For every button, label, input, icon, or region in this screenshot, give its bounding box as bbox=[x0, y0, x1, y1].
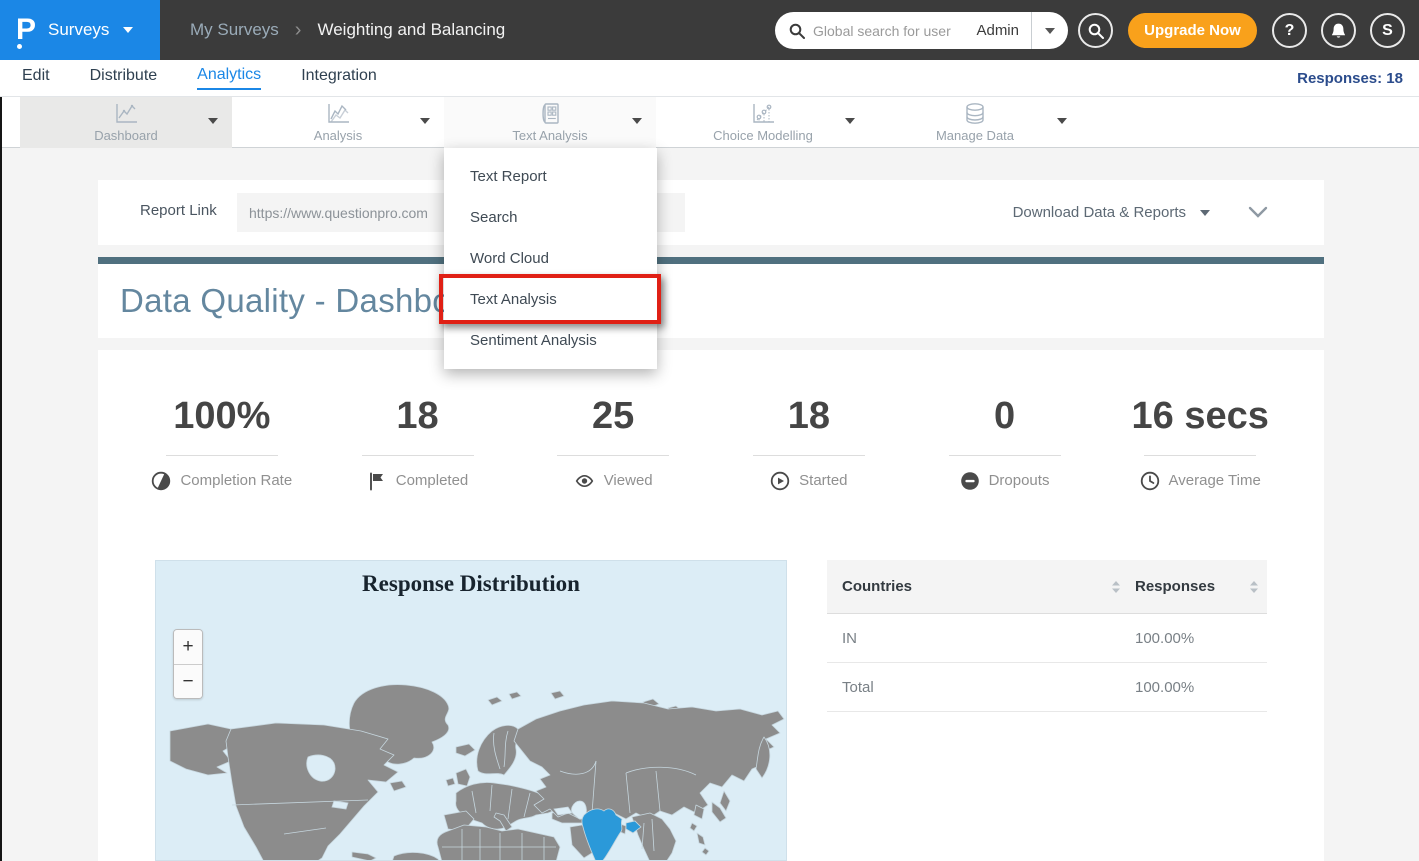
tab-analysis[interactable]: Analysis bbox=[232, 97, 444, 148]
search-icon bbox=[1088, 23, 1104, 39]
database-icon bbox=[962, 102, 988, 126]
survey-nav: Edit Distribute Analytics Integration Re… bbox=[0, 60, 1419, 97]
report-link-label: Report Link bbox=[140, 202, 217, 219]
chevron-down-icon bbox=[420, 118, 430, 124]
line-chart-icon bbox=[113, 102, 139, 126]
surveys-menu-button[interactable]: P Surveys bbox=[0, 0, 160, 60]
responses-column-header[interactable]: Responses bbox=[1135, 578, 1215, 595]
responses-cell: 100.00% bbox=[1135, 630, 1194, 647]
sort-icon[interactable] bbox=[1111, 580, 1121, 594]
table-header: Countries Responses bbox=[827, 560, 1267, 614]
sort-icon[interactable] bbox=[1249, 580, 1259, 594]
divider bbox=[753, 455, 865, 456]
upgrade-now-button[interactable]: Upgrade Now bbox=[1128, 13, 1257, 48]
analytics-toolbar: Dashboard Analysis Text Analysis bbox=[0, 97, 1419, 148]
page-title: Data Quality - Dashboard bbox=[120, 282, 500, 320]
chevron-down-icon bbox=[632, 118, 642, 124]
report-document-icon bbox=[537, 102, 563, 126]
bell-icon bbox=[1330, 22, 1347, 40]
dashboard-card: 100% Completion Rate 18 bbox=[98, 350, 1324, 861]
minus-circle-icon bbox=[960, 471, 980, 491]
user-avatar[interactable]: S bbox=[1370, 13, 1405, 48]
tab-text-analysis[interactable]: Text Analysis bbox=[444, 97, 656, 148]
logo-dot bbox=[17, 44, 22, 49]
world-map-svg bbox=[156, 676, 787, 861]
divider bbox=[1144, 455, 1256, 456]
section-accent-bar bbox=[98, 257, 1324, 264]
countries-table: Countries Responses IN 100.00% Total bbox=[827, 560, 1267, 712]
divider bbox=[166, 455, 278, 456]
stat-started: 18 Started bbox=[711, 350, 907, 491]
responses-count: Responses: 18 bbox=[1297, 60, 1403, 97]
search-icon bbox=[789, 23, 805, 39]
country-cell: IN bbox=[842, 630, 857, 647]
trend-chart-icon bbox=[325, 102, 351, 126]
play-circle-icon bbox=[770, 471, 790, 491]
flag-icon bbox=[367, 471, 387, 491]
avatar-initial: S bbox=[1382, 22, 1393, 40]
download-data-reports-button[interactable]: Download Data & Reports bbox=[1013, 180, 1210, 245]
scatter-chart-icon bbox=[750, 102, 776, 126]
chevron-down-icon bbox=[1057, 118, 1067, 124]
title-card: Data Quality - Dashboard bbox=[98, 264, 1324, 338]
chevron-down-icon bbox=[845, 118, 855, 124]
table-row: IN 100.00% bbox=[827, 614, 1267, 663]
eye-icon bbox=[574, 471, 595, 491]
clock-icon bbox=[1140, 471, 1160, 491]
menu-item-word-cloud[interactable]: Word Cloud bbox=[444, 238, 657, 279]
breadcrumb-my-surveys[interactable]: My Surveys bbox=[190, 20, 279, 40]
global-search-box[interactable]: Admin bbox=[775, 12, 1068, 49]
breadcrumb: My Surveys › Weighting and Balancing bbox=[190, 0, 505, 60]
text-analysis-menu: Text Report Search Word Cloud Text Analy… bbox=[444, 148, 657, 369]
search-scope-dropdown[interactable] bbox=[1032, 12, 1068, 49]
divider bbox=[557, 455, 669, 456]
stat-dropouts: 0 Dropouts bbox=[907, 350, 1103, 491]
nav-item-edit[interactable]: Edit bbox=[22, 67, 50, 89]
surveys-menu-label: Surveys bbox=[48, 20, 109, 40]
chevron-down-icon bbox=[208, 118, 218, 124]
questionpro-logo: P bbox=[16, 15, 36, 45]
menu-item-text-analysis[interactable]: Text Analysis bbox=[444, 279, 657, 320]
tab-dashboard[interactable]: Dashboard bbox=[20, 97, 232, 148]
menu-item-text-report[interactable]: Text Report bbox=[444, 156, 657, 197]
report-link-card: Report Link Download Data & Reports bbox=[98, 180, 1324, 245]
countries-column-header[interactable]: Countries bbox=[842, 578, 912, 595]
half-circle-icon bbox=[151, 471, 171, 491]
chevron-down-icon bbox=[1045, 28, 1055, 34]
notifications-button[interactable] bbox=[1321, 13, 1356, 48]
stat-viewed: 25 Viewed bbox=[515, 350, 711, 491]
country-cell: Total bbox=[842, 679, 874, 696]
chevron-down-icon bbox=[1200, 210, 1210, 216]
zoom-in-button[interactable]: + bbox=[174, 630, 202, 664]
stat-completed: 18 Completed bbox=[320, 350, 516, 491]
question-icon: ? bbox=[1285, 22, 1295, 40]
screen-edge bbox=[0, 97, 2, 861]
divider bbox=[949, 455, 1061, 456]
chevron-down-icon bbox=[123, 27, 133, 33]
divider bbox=[362, 455, 474, 456]
responses-cell: 100.00% bbox=[1135, 679, 1194, 696]
map-title: Response Distribution bbox=[156, 571, 786, 597]
menu-item-search[interactable]: Search bbox=[444, 197, 657, 238]
nav-item-integration[interactable]: Integration bbox=[301, 67, 377, 89]
breadcrumb-current-survey: Weighting and Balancing bbox=[317, 20, 505, 40]
menu-item-sentiment-analysis[interactable]: Sentiment Analysis bbox=[444, 320, 657, 361]
collapse-chevron-icon[interactable] bbox=[1248, 206, 1268, 219]
nav-item-distribute[interactable]: Distribute bbox=[90, 67, 158, 89]
app-screen: P Surveys My Surveys › Weighting and Bal… bbox=[0, 0, 1419, 861]
chevron-right-icon: › bbox=[295, 20, 302, 40]
response-distribution-panel: Response Distribution + − bbox=[155, 560, 787, 861]
stat-completion-rate: 100% Completion Rate bbox=[124, 350, 320, 491]
search-button[interactable] bbox=[1078, 13, 1113, 48]
table-row: Total 100.00% bbox=[827, 663, 1267, 712]
search-scope-label: Admin bbox=[976, 22, 1019, 39]
nav-item-analytics[interactable]: Analytics bbox=[197, 66, 261, 90]
tab-manage-data[interactable]: Manage Data bbox=[869, 97, 1081, 148]
tab-choice-modelling[interactable]: Choice Modelling bbox=[657, 97, 869, 148]
stat-average-time: 16 secs Average Time bbox=[1102, 350, 1298, 491]
stats-row: 100% Completion Rate 18 bbox=[98, 350, 1324, 491]
help-button[interactable]: ? bbox=[1272, 13, 1307, 48]
global-search-input[interactable] bbox=[813, 23, 970, 39]
top-header: P Surveys My Surveys › Weighting and Bal… bbox=[0, 0, 1419, 60]
